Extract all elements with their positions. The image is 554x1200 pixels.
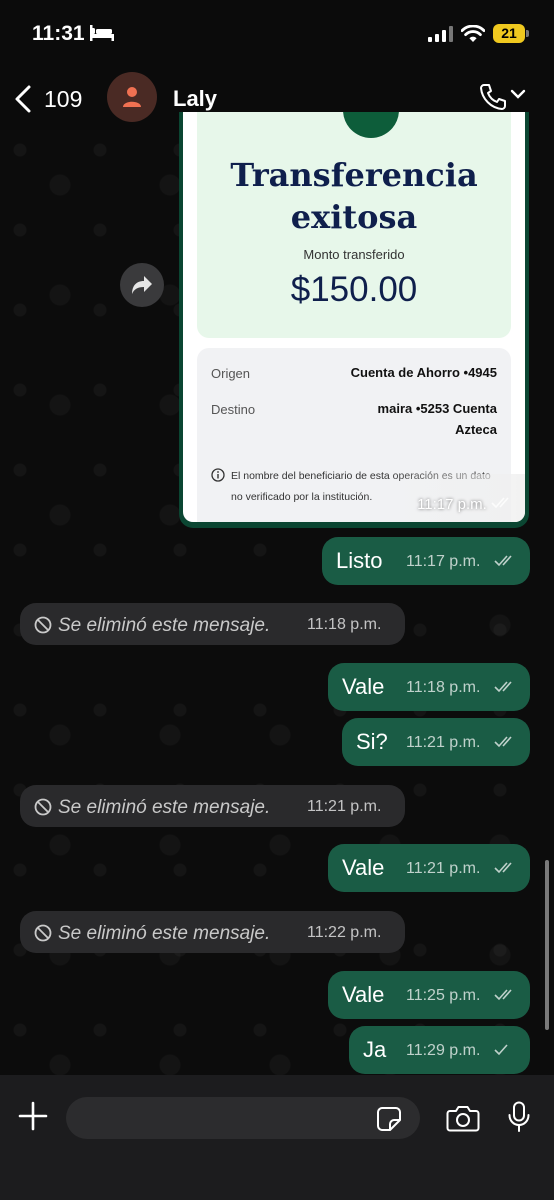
double-check-icon bbox=[494, 681, 512, 693]
image-message[interactable]: Transferencia exitosa Monto transferido … bbox=[179, 112, 529, 528]
chevron-down-icon[interactable] bbox=[510, 88, 526, 100]
message-time: 11:18 p.m. bbox=[307, 616, 382, 633]
plus-icon[interactable] bbox=[18, 1101, 48, 1131]
message-bubble-outgoing[interactable]: Vale 11:21 p.m. bbox=[328, 844, 530, 892]
info-icon bbox=[211, 468, 225, 482]
receipt-title: Transferencia exitosa bbox=[230, 156, 478, 236]
wifi-icon bbox=[461, 25, 485, 42]
double-check-icon bbox=[494, 555, 512, 567]
bed-icon bbox=[90, 25, 114, 41]
battery-tip bbox=[526, 30, 529, 37]
message-bubble-outgoing[interactable]: Listo 11:17 p.m. bbox=[322, 537, 530, 585]
message-time: 11:21 p.m. bbox=[406, 860, 481, 877]
message-text: Si? bbox=[356, 729, 388, 754]
deleted-message-text: Se eliminó este mensaje. bbox=[58, 923, 271, 944]
double-check-icon bbox=[491, 497, 509, 509]
chevron-left-icon[interactable] bbox=[12, 84, 34, 114]
message-time: 11:21 p.m. bbox=[406, 734, 481, 751]
message-text: Vale bbox=[342, 982, 385, 1007]
double-check-icon bbox=[494, 989, 512, 1001]
contact-name[interactable]: Laly bbox=[173, 86, 217, 112]
origin-label: Origen bbox=[211, 366, 251, 381]
status-time: 11:31 bbox=[32, 22, 85, 45]
bank-logo bbox=[343, 112, 399, 138]
message-time: 11:17 p.m. bbox=[406, 553, 481, 570]
message-time: 11:21 p.m. bbox=[307, 798, 382, 815]
phone-icon[interactable] bbox=[478, 82, 508, 112]
origin-value: Cuenta de Ahorro •4945 bbox=[350, 365, 497, 380]
forward-button[interactable] bbox=[120, 263, 164, 307]
message-text: Ja bbox=[363, 1037, 387, 1062]
message-bubble-outgoing[interactable]: Vale 11:25 p.m. bbox=[328, 971, 530, 1019]
message-bubble-deleted[interactable]: Se eliminó este mensaje. 11:18 p.m. bbox=[20, 603, 405, 645]
message-time: 11:18 p.m. bbox=[406, 679, 481, 696]
forward-icon bbox=[132, 276, 152, 294]
message-time: 11:22 p.m. bbox=[307, 924, 382, 941]
scrollbar[interactable] bbox=[545, 860, 549, 1030]
message-time: 11:25 p.m. bbox=[406, 987, 481, 1004]
microphone-icon[interactable] bbox=[507, 1101, 531, 1133]
message-time: 11:17 p.m. bbox=[417, 496, 513, 513]
back-unread-count[interactable]: 109 bbox=[44, 86, 82, 113]
receipt-subtitle: Monto transferido bbox=[303, 247, 405, 262]
deleted-message-text: Se eliminó este mensaje. bbox=[58, 797, 271, 818]
receipt-amount: $150.00 bbox=[290, 270, 418, 309]
message-composer bbox=[0, 1075, 554, 1200]
message-time: 11:29 p.m. bbox=[406, 1042, 481, 1059]
signal-icon bbox=[428, 26, 453, 42]
avatar[interactable] bbox=[107, 72, 157, 122]
single-check-icon bbox=[494, 1044, 508, 1056]
double-check-icon bbox=[494, 862, 512, 874]
person-icon bbox=[123, 87, 141, 107]
message-text: Vale bbox=[342, 855, 385, 880]
deleted-icon bbox=[34, 924, 52, 942]
sticker-icon[interactable] bbox=[376, 1106, 402, 1132]
message-bubble-deleted[interactable]: Se eliminó este mensaje. 11:22 p.m. bbox=[20, 911, 405, 953]
deleted-icon bbox=[34, 616, 52, 634]
message-bubble-deleted[interactable]: Se eliminó este mensaje. 11:21 p.m. bbox=[20, 785, 405, 827]
message-text: Vale bbox=[342, 674, 385, 699]
status-bar: 11:31 21 bbox=[0, 0, 554, 70]
deleted-icon bbox=[34, 798, 52, 816]
destination-label: Destino bbox=[211, 402, 256, 417]
message-text: Listo bbox=[336, 548, 383, 573]
camera-icon[interactable] bbox=[446, 1104, 480, 1132]
deleted-message-text: Se eliminó este mensaje. bbox=[58, 615, 271, 636]
message-bubble-outgoing[interactable]: Si? 11:21 p.m. bbox=[342, 718, 530, 766]
message-bubble-outgoing[interactable]: Vale 11:18 p.m. bbox=[328, 663, 530, 711]
destination-value: maira •5253 Cuenta Azteca bbox=[377, 401, 497, 437]
transfer-receipt: Transferencia exitosa Monto transferido … bbox=[183, 112, 525, 522]
double-check-icon bbox=[494, 736, 512, 748]
message-input[interactable] bbox=[66, 1097, 420, 1139]
message-bubble-outgoing[interactable]: Ja 11:29 p.m. bbox=[349, 1026, 530, 1074]
battery-indicator: 21 bbox=[493, 24, 525, 43]
